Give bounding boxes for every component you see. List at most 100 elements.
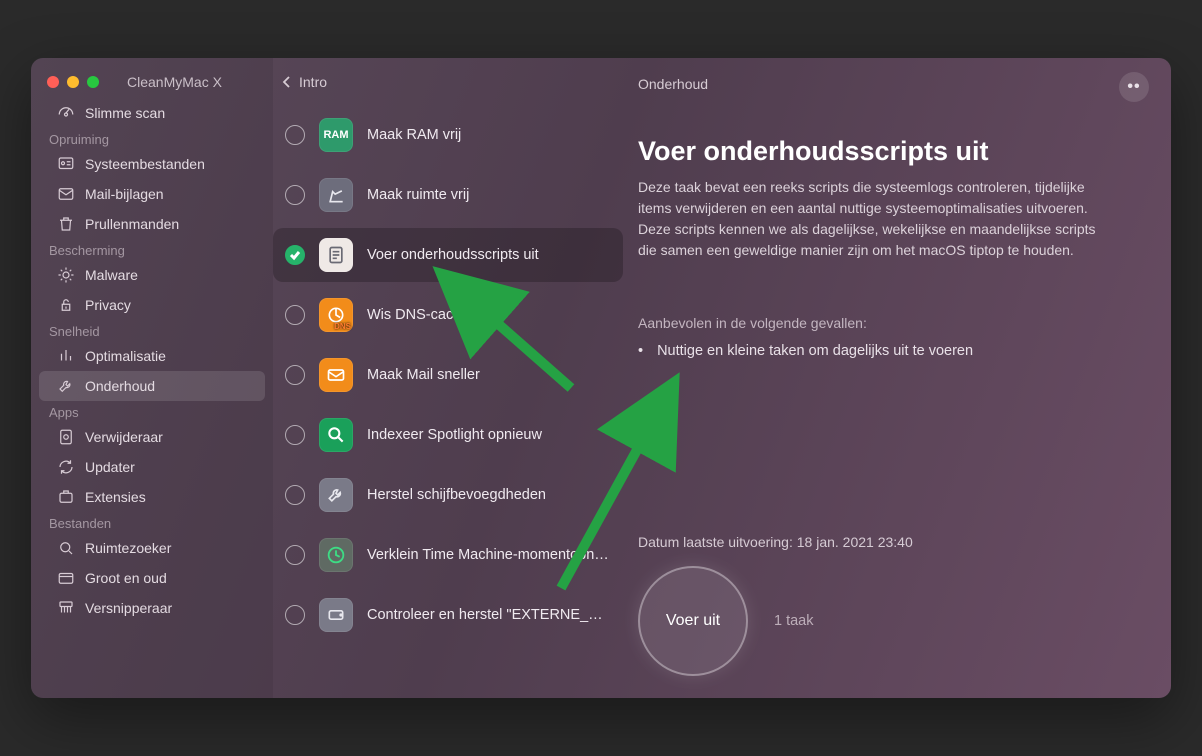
sidebar-item-privacy[interactable]: Privacy — [39, 290, 265, 320]
sidebar-item-label: Ruimtezoeker — [85, 540, 171, 556]
detail-title: Voer onderhoudsscripts uit — [638, 136, 1137, 167]
zoom-icon[interactable] — [87, 76, 99, 88]
sidebar-item-groot-en-oud[interactable]: Groot en oud — [39, 563, 265, 593]
task-checkbox[interactable] — [285, 305, 305, 325]
task-row[interactable]: Maak ruimte vrij — [273, 168, 623, 222]
task-checkbox[interactable] — [285, 245, 305, 265]
task-label: Controleer en herstel "EXTERNE_HD" — [367, 607, 613, 623]
sidebar-item-label: Systeembestanden — [85, 156, 205, 172]
task-label: Indexeer Spotlight opnieuw — [367, 427, 542, 443]
detail-pane: Onderhoud •• Voer onderhoudsscripts uit … — [633, 58, 1171, 698]
sidebar-item-optimalisatie[interactable]: Optimalisatie — [39, 341, 265, 371]
sidebar-item-label: Updater — [85, 459, 135, 475]
back-label: Intro — [299, 74, 327, 90]
back-button[interactable]: Intro — [273, 70, 633, 108]
sidebar-item-label: Malware — [85, 267, 138, 283]
task-checkbox[interactable] — [285, 185, 305, 205]
sidebar-group-label: Bescherming — [31, 239, 273, 260]
window-controls[interactable] — [47, 76, 99, 88]
ram-icon: RAM — [319, 118, 353, 152]
task-label: Maak RAM vrij — [367, 127, 461, 143]
sidebar-item-smart-scan[interactable]: Slimme scan — [39, 98, 265, 128]
sidebar-item-label: Verwijderaar — [85, 429, 163, 445]
section-name: Onderhoud — [638, 76, 1137, 92]
task-list-pane: Intro RAM Maak RAM vrij Maak ruimte vrij Vo… — [273, 58, 633, 698]
mail-icon — [319, 358, 353, 392]
task-label: Wis DNS-cache — [367, 307, 469, 323]
onderhoud-icon — [57, 377, 75, 395]
task-label: Maak ruimte vrij — [367, 187, 469, 203]
dns-icon: DNS — [319, 298, 353, 332]
sidebar-item-label: Prullenmanden — [85, 216, 179, 232]
sidebar-item-versnipperaar[interactable]: Versnipperaar — [39, 593, 265, 623]
sidebar-group-label: Bestanden — [31, 512, 273, 533]
gauge-icon — [57, 104, 75, 122]
task-checkbox[interactable] — [285, 125, 305, 145]
sidebar-item-systeembestanden[interactable]: Systeembestanden — [39, 149, 265, 179]
malware-icon — [57, 266, 75, 284]
sidebar-item-extensies[interactable]: Extensies — [39, 482, 265, 512]
task-row[interactable]: DNS Wis DNS-cache — [273, 288, 623, 342]
app-window: CleanMyMac X Slimme scan OpruimingSystee… — [31, 58, 1171, 698]
task-checkbox[interactable] — [285, 485, 305, 505]
sidebar-item-prullenmanden[interactable]: Prullenmanden — [39, 209, 265, 239]
broom-icon — [319, 178, 353, 212]
task-checkbox[interactable] — [285, 605, 305, 625]
sidebar: CleanMyMac X Slimme scan OpruimingSystee… — [31, 58, 273, 698]
sidebar-item-verwijderaar[interactable]: Verwijderaar — [39, 422, 265, 452]
sidebar-item-updater[interactable]: Updater — [39, 452, 265, 482]
task-checkbox[interactable] — [285, 365, 305, 385]
task-row[interactable]: Herstel schijfbevoegdheden — [273, 468, 623, 522]
systeembestanden-icon — [57, 155, 75, 173]
task-checkbox[interactable] — [285, 425, 305, 445]
task-row[interactable]: Maak Mail sneller — [273, 348, 623, 402]
task-row[interactable]: RAM Maak RAM vrij — [273, 108, 623, 162]
sidebar-item-label: Groot en oud — [85, 570, 167, 586]
titlebar: CleanMyMac X — [31, 68, 273, 98]
privacy-icon — [57, 296, 75, 314]
task-row[interactable]: Voer onderhoudsscripts uit — [273, 228, 623, 282]
task-row[interactable]: Indexeer Spotlight opnieuw — [273, 408, 623, 462]
sidebar-item-label: Privacy — [85, 297, 131, 313]
last-run: Datum laatste uitvoering: 18 jan. 2021 2… — [638, 534, 1137, 556]
detail-description: Deze taak bevat een reeks scripts die sy… — [638, 177, 1118, 261]
task-label: Voer onderhoudsscripts uit — [367, 247, 539, 263]
task-checkbox[interactable] — [285, 545, 305, 565]
ellipsis-icon: •• — [1127, 78, 1140, 96]
sidebar-item-label: Versnipperaar — [85, 600, 172, 616]
optimalisatie-icon — [57, 347, 75, 365]
run-button-label: Voer uit — [666, 612, 720, 630]
minimize-icon[interactable] — [67, 76, 79, 88]
sidebar-item-malware[interactable]: Malware — [39, 260, 265, 290]
last-run-value: 18 jan. 2021 23:40 — [797, 534, 913, 550]
recommended-heading: Aanbevolen in de volgende gevallen: — [638, 315, 1137, 331]
sidebar-item-ruimtezoeker[interactable]: Ruimtezoeker — [39, 533, 265, 563]
sidebar-group-label: Snelheid — [31, 320, 273, 341]
task-row[interactable]: Controleer en herstel "EXTERNE_HD" — [273, 588, 623, 642]
task-count: 1 taak — [774, 613, 814, 629]
extensies-icon — [57, 488, 75, 506]
sidebar-group-label: Apps — [31, 401, 273, 422]
app-title: CleanMyMac X — [127, 74, 222, 90]
close-icon[interactable] — [47, 76, 59, 88]
task-label: Maak Mail sneller — [367, 367, 480, 383]
updater-icon — [57, 458, 75, 476]
sidebar-item-label: Slimme scan — [85, 105, 165, 121]
timemachine-icon — [319, 538, 353, 572]
wrench-icon — [319, 478, 353, 512]
run-button[interactable]: Voer uit — [638, 566, 748, 676]
sidebar-item-label: Onderhoud — [85, 378, 155, 394]
sidebar-item-mail-bijlagen[interactable]: Mail-bijlagen — [39, 179, 265, 209]
more-button[interactable]: •• — [1119, 72, 1149, 102]
sidebar-item-label: Optimalisatie — [85, 348, 166, 364]
versnipperaar-icon — [57, 599, 75, 617]
task-row[interactable]: Verklein Time Machine-momentopnam… — [273, 528, 623, 582]
ruimtezoeker-icon — [57, 539, 75, 557]
disk-icon — [319, 598, 353, 632]
last-run-label: Datum laatste uitvoering: — [638, 534, 797, 550]
groot en oud-icon — [57, 569, 75, 587]
chevron-left-icon — [281, 76, 293, 88]
sidebar-item-label: Extensies — [85, 489, 146, 505]
recommended-item: Nuttige en kleine taken om dagelijks uit… — [638, 343, 1137, 359]
sidebar-item-onderhoud[interactable]: Onderhoud — [39, 371, 265, 401]
